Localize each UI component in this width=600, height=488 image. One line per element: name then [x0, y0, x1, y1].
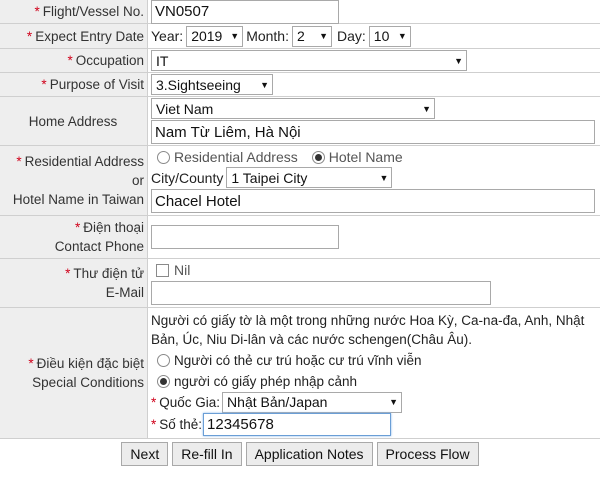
city-select[interactable]: 1 Taipei City ▼ [226, 167, 393, 188]
process-flow-button[interactable]: Process Flow [376, 442, 479, 466]
residential-label: * Residential Address or Hotel Name in Ta… [0, 146, 148, 215]
row-residential: * Residential Address or Hotel Name in Ta… [0, 146, 600, 216]
chevron-down-icon: ▼ [379, 172, 389, 183]
country-select[interactable]: Viet Nam ▼ [151, 98, 435, 119]
entry-permit-radio[interactable] [157, 374, 170, 388]
purpose-select[interactable]: 3.Sightseeing ▼ [151, 74, 273, 95]
phone-label: * Điện thoại Contact Phone [0, 216, 148, 258]
application-form: *Flight/Vessel No. *Expect Entry Date Ye… [0, 0, 600, 466]
chevron-down-icon: ▼ [454, 55, 463, 66]
refill-button[interactable]: Re-fill In [172, 442, 242, 466]
flight-input[interactable] [151, 0, 339, 24]
email-input[interactable] [151, 281, 491, 305]
year-select[interactable]: 2019 ▼ [186, 25, 244, 47]
nil-checkbox[interactable] [156, 263, 169, 277]
special-country-select[interactable]: Nhật Bản/Japan ▼ [222, 391, 403, 413]
chevron-down-icon: ▼ [230, 31, 240, 41]
hotel-name-radio[interactable] [311, 150, 325, 164]
application-notes-button[interactable]: Application Notes [245, 442, 373, 466]
row-home-address: Home Address Viet Nam ▼ [0, 97, 600, 146]
row-phone: * Điện thoại Contact Phone [0, 216, 600, 259]
phone-input[interactable] [151, 225, 339, 249]
chevron-down-icon: ▼ [319, 31, 328, 41]
card-number-input[interactable] [203, 412, 392, 436]
next-button[interactable]: Next [121, 442, 169, 466]
chevron-down-icon: ▼ [422, 103, 431, 114]
home-address-label: Home Address [0, 97, 148, 145]
row-flight: * Flight/Vessel No. [0, 0, 600, 24]
residential-address-radio[interactable] [157, 150, 170, 164]
flight-label: * Flight/Vessel No. [0, 0, 148, 23]
hotel-name-input[interactable] [151, 189, 595, 213]
row-purpose: * Purpose of Visit 3.Sightseeing ▼ [0, 73, 600, 97]
residence-card-radio[interactable] [157, 353, 170, 367]
purpose-label: * Purpose of Visit [0, 73, 148, 96]
entry-date-label: * Expect Entry Date [0, 24, 148, 48]
row-special: * Điều kiện đặc biệt Special Conditions N… [0, 308, 600, 439]
home-address-input[interactable] [151, 120, 595, 144]
month-select[interactable]: 2 ▼ [292, 25, 332, 47]
row-email: * Thư điện tử E-Mail Nil [0, 259, 600, 308]
chevron-down-icon: ▼ [260, 79, 269, 90]
chevron-down-icon: ▼ [397, 31, 407, 41]
special-label: * Điều kiện đặc biệt Special Conditions [0, 308, 148, 438]
row-entry-date: * Expect Entry Date Year: 2019 ▼ Month: 2 ▼… [0, 24, 600, 49]
button-bar: Next Re-fill In Application Notes Proces… [0, 439, 600, 466]
chevron-down-icon: ▼ [389, 397, 399, 408]
occupation-select[interactable]: IT ▼ [151, 50, 467, 71]
occupation-label: * Occupation [0, 49, 148, 72]
row-occupation: * Occupation IT ▼ [0, 49, 600, 73]
email-label: * Thư điện tử E-Mail [0, 259, 148, 307]
day-select[interactable]: 10 ▼ [368, 25, 411, 47]
